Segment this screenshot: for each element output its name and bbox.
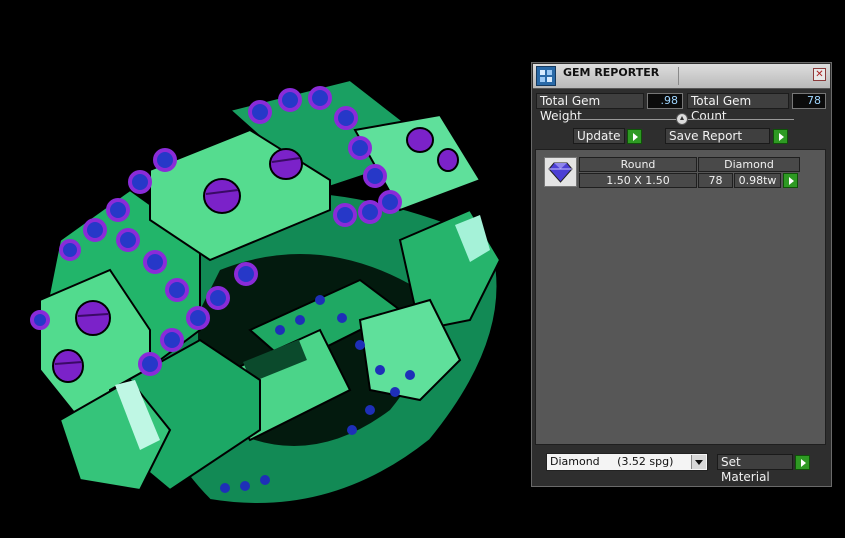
gem-size-cell: 1.50 X 1.50 <box>579 173 697 188</box>
total-gem-count-label: Total Gem Count <box>687 93 789 123</box>
total-gem-weight-value: .98 <box>647 93 683 109</box>
splitter-handle[interactable] <box>676 113 688 125</box>
material-selected-value: Diamond (3.52 spg) <box>550 455 674 468</box>
round-gem-icon[interactable] <box>544 157 577 187</box>
gem-shape-cell: Round <box>579 157 697 172</box>
update-button[interactable]: Update <box>573 128 625 144</box>
set-material-button[interactable]: Set Material <box>717 454 793 484</box>
gem-weight-cell: 0.98tw <box>734 173 781 188</box>
total-gem-weight-label: Total Gem Weight <box>536 93 644 123</box>
update-go-icon[interactable] <box>627 129 642 144</box>
set-material-go-icon[interactable] <box>795 455 810 470</box>
gem-reporter-panel: GEM REPORTER ✕ Total Gem Weight .98 Tota… <box>531 62 832 487</box>
gem-report-list: Round Diamond 1.50 X 1.50 78 0.98tw <box>535 149 826 445</box>
title-divider <box>678 67 679 85</box>
gem-reporter-icon <box>536 66 556 86</box>
save-report-go-icon[interactable] <box>773 129 788 144</box>
gem-row-go-icon[interactable] <box>783 173 798 188</box>
save-report-button[interactable]: Save Report <box>665 128 770 144</box>
gem-count-cell: 78 <box>698 173 733 188</box>
panel-titlebar[interactable]: GEM REPORTER ✕ <box>533 64 830 89</box>
material-dropdown[interactable]: Diamond (3.52 spg) <box>546 453 708 471</box>
total-gem-count-value: 78 <box>792 93 826 109</box>
close-icon[interactable]: ✕ <box>813 68 826 81</box>
panel-title: GEM REPORTER <box>563 66 660 79</box>
viewport-3d[interactable] <box>0 0 530 538</box>
gem-material-cell: Diamond <box>698 157 800 172</box>
chevron-down-icon[interactable] <box>691 455 706 469</box>
